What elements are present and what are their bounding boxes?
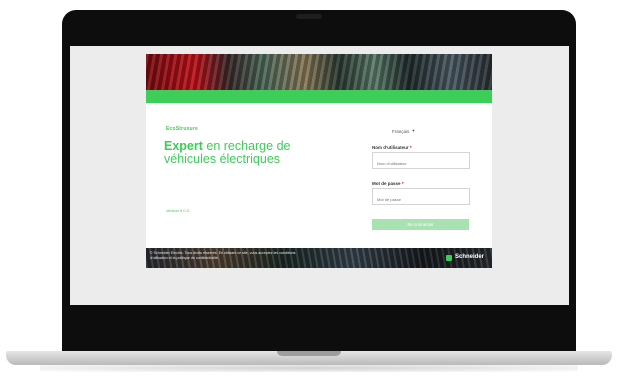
laptop-screen: EcoStruxure Expert en recharge de véhicu…	[70, 46, 569, 305]
language-selector[interactable]: Français ▾	[392, 128, 415, 134]
username-field[interactable]	[372, 152, 470, 169]
password-field[interactable]	[372, 188, 470, 205]
ecostruxure-logo: EcoStruxure	[166, 126, 198, 132]
login-button[interactable]: Se connecter	[372, 219, 469, 230]
username-label: Nom d'utilisateur *	[372, 145, 412, 150]
footer-banner: © Schneider Electric. Tous droits réserv…	[146, 248, 492, 268]
page-title: Expert en recharge de véhicules électriq…	[164, 140, 334, 166]
schneider-logo-icon	[446, 255, 452, 261]
webcam	[296, 14, 322, 19]
laptop-shadow	[40, 364, 578, 372]
required-mark: *	[409, 145, 412, 150]
laptop-notch	[277, 351, 341, 356]
page-title-emphasis: Expert	[164, 139, 203, 153]
language-value: Français	[392, 128, 410, 134]
required-mark: *	[401, 181, 404, 186]
username-label-text: Nom d'utilisateur	[372, 145, 409, 150]
login-page: EcoStruxure Expert en recharge de véhicu…	[146, 54, 492, 268]
password-label-text: Mot de passe	[372, 181, 401, 186]
password-label: Mot de passe *	[372, 181, 404, 186]
chevron-down-icon: ▾	[412, 128, 415, 133]
hero-banner-image	[146, 54, 492, 90]
schneider-brand: Schneider	[454, 254, 484, 260]
header-green-bar	[146, 90, 492, 103]
footer-legal-text: © Schneider Electric. Tous droits réserv…	[150, 251, 296, 260]
version-label: version 5.0.3	[166, 208, 189, 213]
